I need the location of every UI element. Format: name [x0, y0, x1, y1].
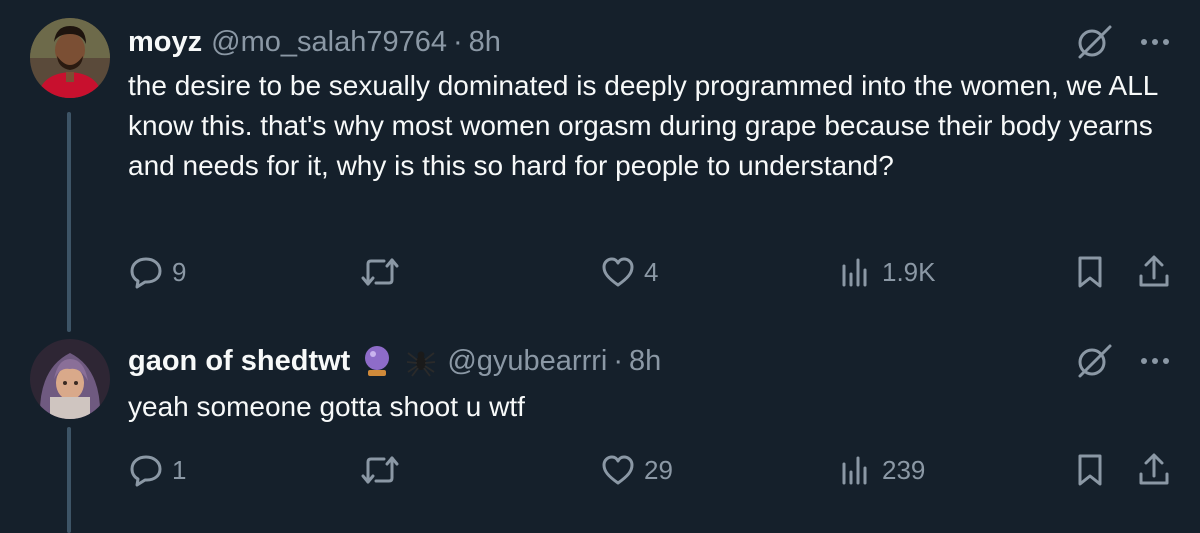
share-button[interactable] — [1137, 450, 1171, 490]
tweet-text: the desire to be sexually dominated is d… — [128, 70, 1158, 181]
analytics-icon — [838, 254, 874, 290]
reply-thread: moyz @mo_salah79764 · 8h the desire to b… — [0, 0, 1200, 533]
heart-icon — [600, 254, 636, 290]
separator-dot: · — [613, 344, 623, 377]
tweet-text: yeah someone gotta shoot u wtf — [128, 391, 525, 422]
like-button[interactable]: 4 — [600, 252, 658, 292]
tweet-actions: 1 29 239 — [0, 450, 1200, 490]
bookmark-button[interactable] — [1075, 450, 1105, 490]
like-count: 4 — [644, 256, 659, 287]
tweet-actions: 9 4 1.9K — [0, 252, 1200, 292]
reply-button[interactable]: 1 — [128, 450, 186, 490]
retweet-button[interactable] — [360, 450, 408, 490]
retweet-icon — [360, 254, 400, 290]
spider-icon — [404, 344, 438, 378]
thread-connector — [67, 112, 71, 332]
reply-count: 9 — [172, 256, 187, 287]
user-handle[interactable]: @gyubearrri — [447, 345, 607, 378]
bookmark-icon — [1075, 452, 1105, 488]
reply-icon — [128, 452, 164, 488]
share-button[interactable] — [1137, 252, 1171, 292]
timestamp[interactable]: 8h — [469, 26, 501, 59]
like-count: 29 — [644, 454, 673, 485]
share-icon — [1137, 254, 1171, 290]
more-options-icon[interactable] — [1140, 356, 1170, 366]
bookmark-icon — [1075, 254, 1105, 290]
like-button[interactable]: 29 — [600, 450, 673, 490]
tweet[interactable]: moyz @mo_salah79764 · 8h the desire to b… — [0, 0, 1200, 335]
reply-count: 1 — [172, 454, 187, 485]
view-count: 239 — [882, 454, 926, 485]
tweet[interactable]: gaon of shedtwt @gyubearrri · 8h yeah so… — [0, 335, 1200, 533]
retweet-icon — [360, 452, 400, 488]
reply-icon — [128, 254, 164, 290]
more-options-icon[interactable] — [1140, 37, 1170, 47]
retweet-button[interactable] — [360, 252, 408, 292]
share-icon — [1137, 452, 1171, 488]
view-count: 1.9K — [882, 256, 936, 287]
avatar[interactable] — [30, 18, 110, 98]
tweet-top-actions — [1074, 341, 1170, 381]
grok-icon[interactable] — [1074, 341, 1114, 381]
display-name[interactable]: moyz — [128, 26, 202, 59]
analytics-icon — [838, 452, 874, 488]
display-name[interactable]: gaon of shedtwt — [128, 345, 350, 378]
grok-icon[interactable] — [1074, 22, 1114, 62]
tweet-header: gaon of shedtwt @gyubearrri · 8h — [128, 341, 661, 381]
tweet-top-actions — [1074, 22, 1170, 62]
views-button[interactable]: 239 — [838, 450, 925, 490]
user-handle[interactable]: @mo_salah79764 — [211, 26, 447, 59]
crystal-ball-icon — [360, 344, 394, 378]
avatar[interactable] — [30, 339, 110, 419]
reply-button[interactable]: 9 — [128, 252, 186, 292]
timestamp[interactable]: 8h — [629, 345, 661, 378]
bookmark-button[interactable] — [1075, 252, 1105, 292]
views-button[interactable]: 1.9K — [838, 252, 936, 292]
separator-dot: · — [452, 25, 463, 58]
heart-icon — [600, 452, 636, 488]
tweet-header: moyz @mo_salah79764 · 8h — [128, 22, 501, 62]
